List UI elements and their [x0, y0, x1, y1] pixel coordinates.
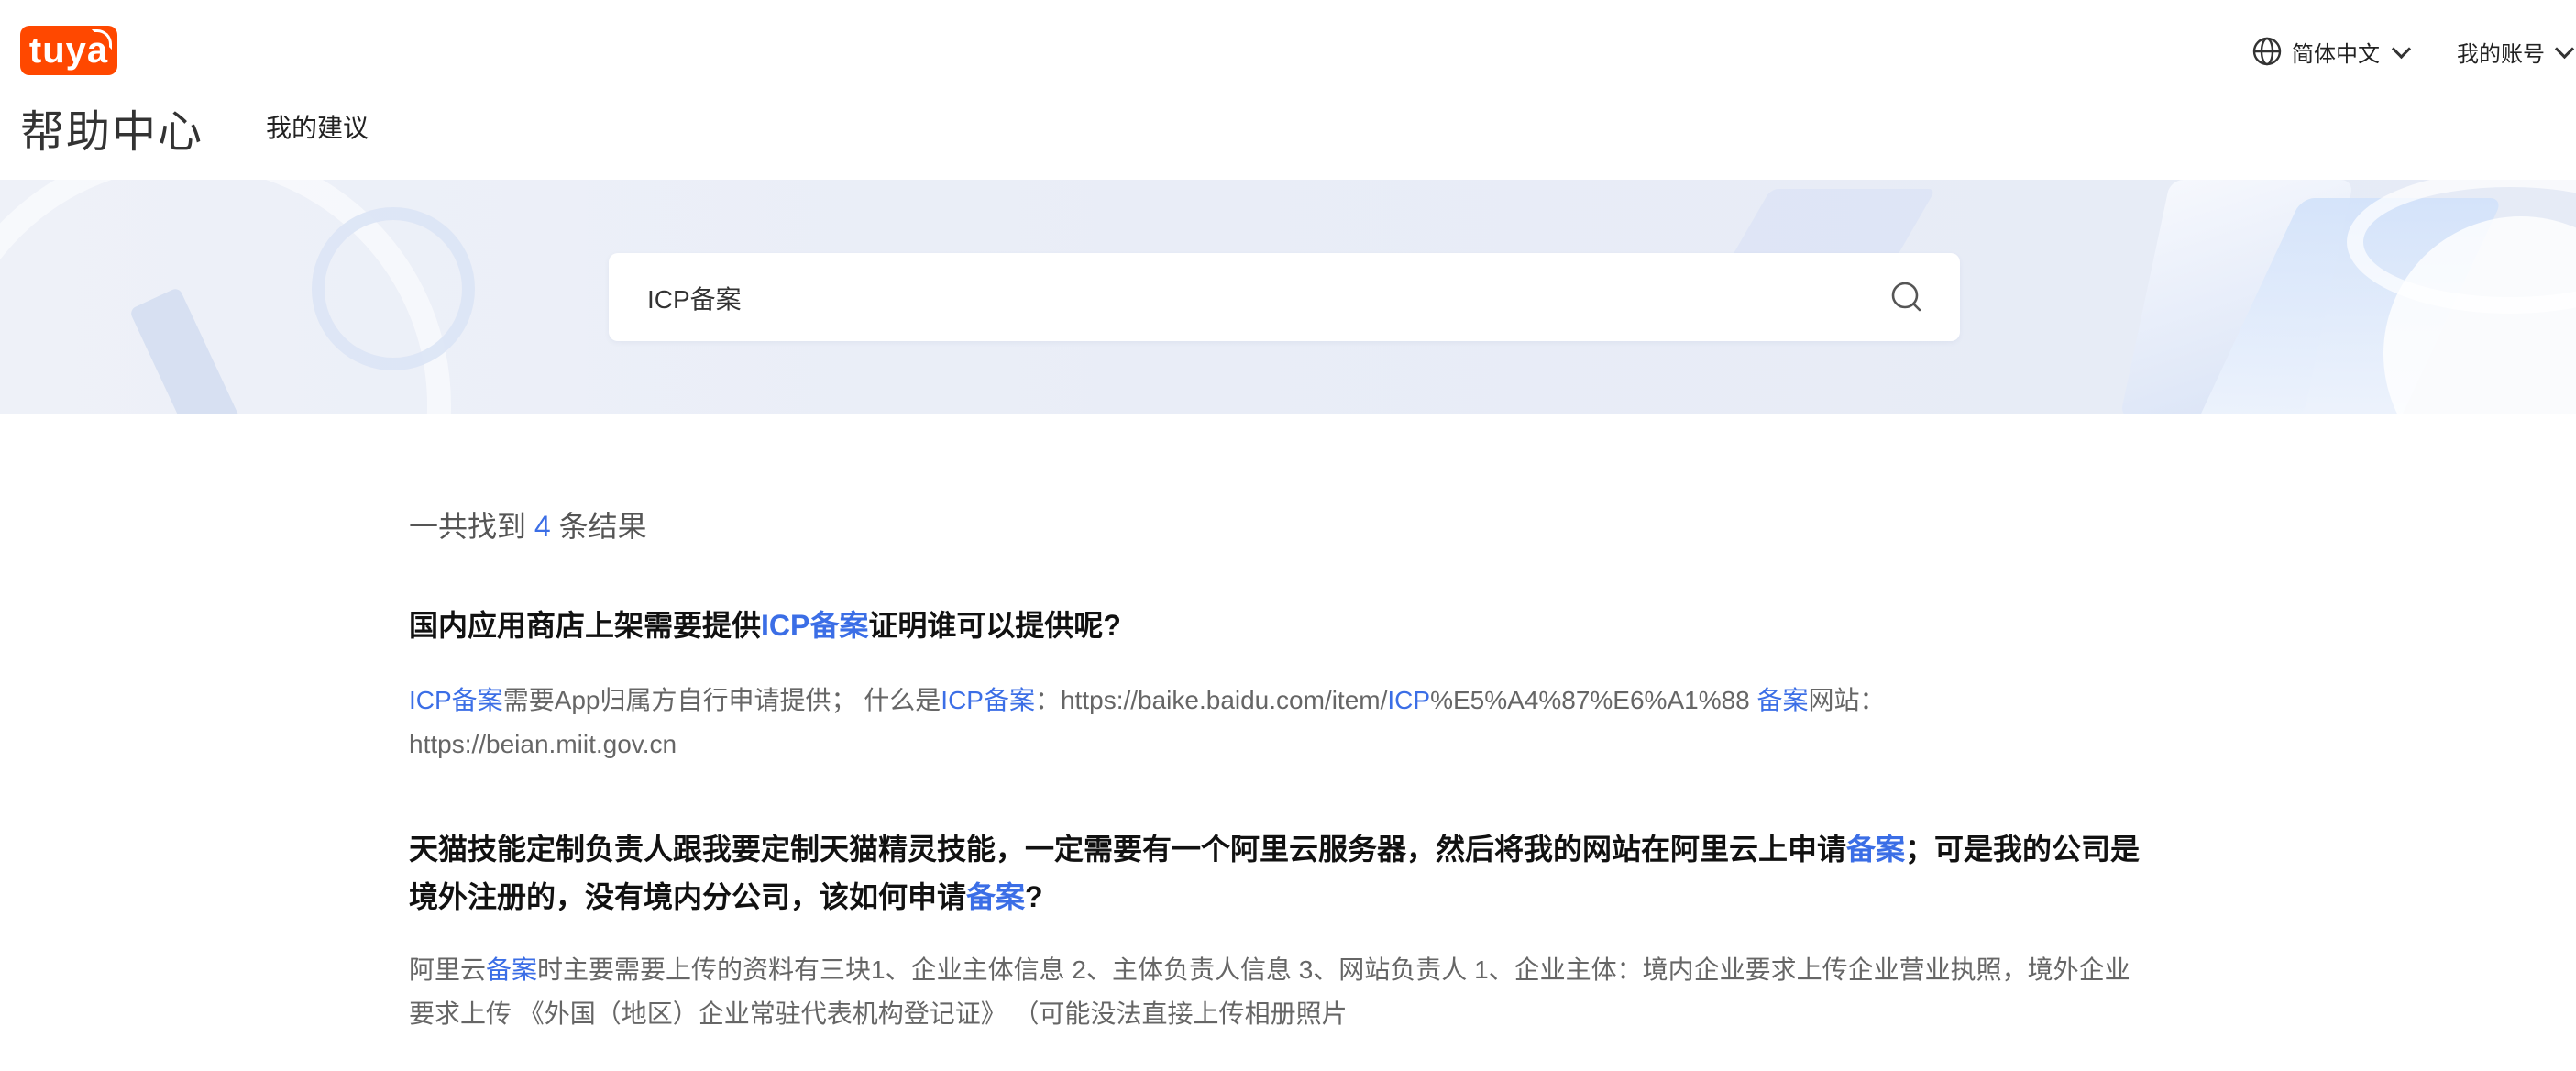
excerpt-highlight: 备案	[1756, 686, 1809, 714]
account-menu[interactable]: 我的账号	[2457, 35, 2575, 68]
title-text: ?	[1025, 880, 1043, 913]
result-count-number: 4	[534, 510, 551, 543]
title-highlight: ICP备案	[761, 609, 869, 642]
excerpt-highlight: ICP备案	[409, 686, 503, 714]
chevron-down-icon	[2391, 39, 2412, 59]
excerpt-text: 时主要需要上传的资料有三块1、企业主体信息 2、主体负责人信息 3、网站负责人 …	[409, 955, 2130, 1028]
excerpt-text: 阿里云	[409, 955, 487, 984]
excerpt-text: %E5%A4%87%E6%A1%88	[1430, 686, 1757, 714]
site-header: tuya 帮助中心 我的建议 简体中文 我的账号	[0, 0, 2576, 180]
title-highlight: 备案	[966, 880, 1026, 913]
excerpt-text: 需要App归属方自行申请提供； 什么是	[502, 686, 941, 714]
search-box	[609, 253, 1960, 343]
title-text: 天猫技能定制负责人跟我要定制天猫精灵技能，一定需要有一个阿里云服务器，然后将我的…	[409, 833, 1847, 866]
title-text: 证明谁可以提供呢?	[868, 609, 1121, 642]
title-highlight: 备案	[1846, 833, 1906, 866]
result-count-suffix: 条结果	[550, 510, 647, 543]
excerpt-highlight: ICP	[1387, 686, 1431, 714]
result-excerpt: 阿里云备案时主要需要上传的资料有三块1、企业主体信息 2、主体负责人信息 3、网…	[409, 948, 2151, 1036]
result-title[interactable]: 天猫技能定制负责人跟我要定制天猫精灵技能，一定需要有一个阿里云服务器，然后将我的…	[409, 825, 2151, 921]
search-icon[interactable]	[1888, 279, 1925, 315]
tuya-logo[interactable]: tuya	[20, 26, 117, 75]
banner-decoration	[312, 207, 475, 370]
excerpt-highlight: 备案	[486, 955, 538, 984]
result-title[interactable]: 国内应用商店上架需要提供ICP备案证明谁可以提供呢?	[409, 602, 2151, 649]
excerpt-text: ：https://baike.baidu.com/item/	[1034, 686, 1388, 714]
my-suggestions-link[interactable]: 我的建议	[266, 108, 369, 145]
search-input[interactable]	[645, 253, 1841, 343]
wifi-icon	[92, 29, 112, 50]
language-selector[interactable]: 简体中文	[2251, 35, 2412, 68]
result-count: 一共找到 4 条结果	[409, 502, 2151, 550]
page-title[interactable]: 帮助中心	[20, 95, 204, 160]
search-results: 一共找到 4 条结果 国内应用商店上架需要提供ICP备案证明谁可以提供呢? IC…	[409, 502, 2151, 1028]
excerpt-highlight: ICP备案	[941, 686, 1035, 714]
language-label: 简体中文	[2292, 41, 2380, 67]
account-label: 我的账号	[2457, 41, 2545, 67]
title-text: 国内应用商店上架需要提供	[409, 609, 762, 642]
result-excerpt: ICP备案需要App归属方自行申请提供； 什么是ICP备案：https://ba…	[409, 679, 1949, 767]
chevron-down-icon	[2554, 39, 2575, 59]
globe-icon	[2252, 37, 2282, 66]
result-count-prefix: 一共找到	[409, 510, 534, 543]
